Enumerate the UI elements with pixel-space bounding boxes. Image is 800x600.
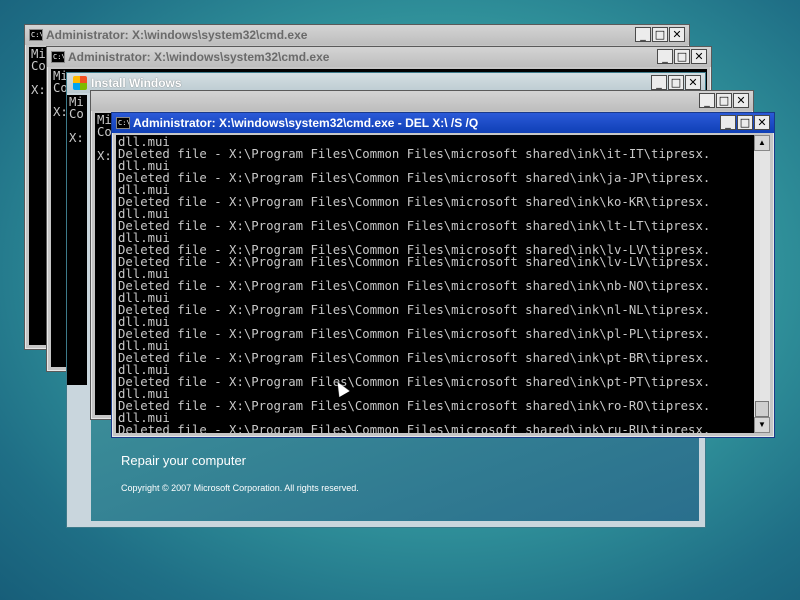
window-title: Administrator: X:\windows\system32\cmd.e… — [133, 116, 479, 130]
cmd-window-back-2-titlebar[interactable]: C:\ Administrator: X:\windows\system32\c… — [47, 47, 711, 67]
window-title: Administrator: X:\windows\system32\cmd.e… — [68, 50, 330, 64]
cmd-icon: C:\ — [51, 51, 65, 63]
console-area[interactable]: dll.mui Deleted file - X:\Program Files\… — [116, 135, 754, 433]
cmd-window-front-titlebar[interactable]: C:\ Administrator: X:\windows\system32\c… — [112, 113, 774, 133]
minimize-button[interactable]: _ — [657, 49, 673, 64]
scroll-up-button[interactable]: ▲ — [754, 135, 770, 151]
maximize-button[interactable]: □ — [737, 115, 753, 130]
minimize-button[interactable]: _ — [720, 115, 736, 130]
windows-logo-icon — [73, 76, 87, 90]
copyright-text: Copyright © 2007 Microsoft Corporation. … — [121, 483, 359, 493]
close-button[interactable]: ✕ — [669, 27, 685, 42]
close-button[interactable]: ✕ — [754, 115, 770, 130]
close-button[interactable]: ✕ — [685, 75, 701, 90]
minimize-button[interactable]: _ — [635, 27, 651, 42]
console-output: dll.mui Deleted file - X:\Program Files\… — [118, 135, 711, 433]
window-title: Install Windows — [91, 76, 182, 90]
console-text: Mi Co X: — [69, 95, 84, 145]
close-button[interactable]: ✕ — [733, 93, 749, 108]
cmd-window-front[interactable]: C:\ Administrator: X:\windows\system32\c… — [111, 112, 775, 438]
desktop: { "windows": { "back1": { "title": "Admi… — [0, 0, 800, 600]
maximize-button[interactable]: □ — [674, 49, 690, 64]
minimize-button[interactable]: _ — [651, 75, 667, 90]
cmd-icon: C:\ — [116, 117, 130, 129]
cmd-icon: C:\ — [29, 29, 43, 41]
console-strip-a: Mi Co X: — [67, 95, 87, 385]
cmd-window-back-3-titlebar[interactable]: _ □ ✕ — [91, 91, 753, 111]
close-button[interactable]: ✕ — [691, 49, 707, 64]
repair-computer-link[interactable]: Repair your computer — [121, 453, 246, 468]
vertical-scrollbar[interactable]: ▲ ▼ — [754, 135, 770, 433]
window-title: Administrator: X:\windows\system32\cmd.e… — [46, 28, 308, 42]
scroll-thumb[interactable] — [755, 401, 769, 417]
maximize-button[interactable]: □ — [668, 75, 684, 90]
minimize-button[interactable]: _ — [699, 93, 715, 108]
cmd-window-back-1-titlebar[interactable]: C:\ Administrator: X:\windows\system32\c… — [25, 25, 689, 45]
maximize-button[interactable]: □ — [716, 93, 732, 108]
maximize-button[interactable]: □ — [652, 27, 668, 42]
scroll-down-button[interactable]: ▼ — [754, 417, 770, 433]
